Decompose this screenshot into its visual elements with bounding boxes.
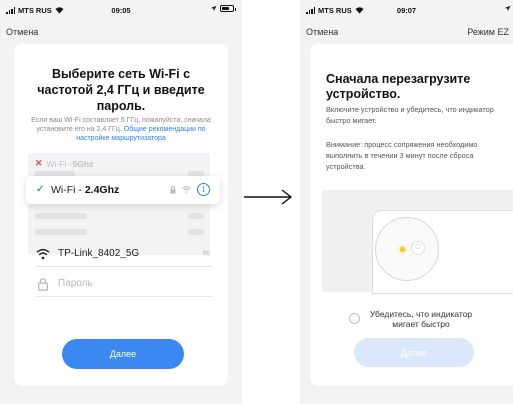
network-5ghz-row: ✕ Wi-Fi - 5Ghz [35,158,93,169]
confirm-radio[interactable] [349,313,360,324]
cancel-button[interactable]: Отмена [306,27,338,37]
power-icon: ⏻ [411,241,425,255]
error-cross-icon: ✕ [35,158,43,168]
wifi-signal-icon [182,186,191,193]
ssid-value: TP-Link_8402_5G [58,248,140,259]
location-icon [504,5,511,12]
next-button-disabled[interactable]: Далее [354,338,474,367]
page-title: Выберите сеть Wi-Fi с частотой 2,4 ГГц и… [37,67,205,113]
network-24ghz-prefix: Wi-Fi - [51,184,85,196]
cancel-button[interactable]: Отмена [6,27,38,37]
checkmark-icon: ✓ [36,184,45,195]
switch-network-icon[interactable]: ⇋ [202,248,210,259]
arrow-right-icon [244,189,293,205]
warning-text: Внимание: процесс сопряжения необходимо … [326,140,478,171]
network-5ghz-prefix: Wi-Fi - [46,158,72,169]
placeholder-bar [35,213,87,219]
device-face [375,217,439,281]
info-icon[interactable]: i [197,183,210,196]
confirm-label[interactable]: Убедитесь, что индикатор мигает быстро [362,309,480,329]
page-title: Сначала перезагрузите устройство. [326,72,471,101]
indicator-light [400,247,405,252]
status-bar: MTS RUS 09:07 [300,0,513,20]
next-button[interactable]: Далее [62,339,184,369]
location-icon [210,5,217,12]
hint-text: Если ваш Wi-Fi составляет 5 ГГц, пожалуй… [20,116,222,143]
nav-bar: Отмена [0,22,242,44]
placeholder-bar [188,229,204,235]
wifi-icon [36,248,50,260]
wifi-setup-screen: MTS RUS 09:05 Отмена Выберите сеть Wi-Fi… [0,0,242,404]
placeholder-bar [35,229,87,235]
status-time: 09:07 [396,6,417,15]
nav-bar: Отмена Режим EZ [300,22,513,44]
network-24ghz-row[interactable]: ✓ Wi-Fi - 2.4Ghz i [26,176,220,204]
ssid-field[interactable]: TP-Link_8402_5G ⇋ [36,244,212,267]
network-24ghz-band: 2.4Ghz [84,184,120,196]
status-time: 09:05 [111,6,131,15]
instruction-text: Включите устройство и убедитесь, что инд… [326,105,494,125]
lock-icon [38,278,48,291]
placeholder-bar [188,213,204,219]
network-5ghz-band: 5Ghz [72,158,94,169]
battery-icon [220,5,236,12]
status-bar: MTS RUS 09:05 [0,0,242,20]
password-field[interactable]: Пароль [36,274,212,297]
password-placeholder: Пароль [58,278,93,289]
lock-icon [170,185,176,193]
mode-switch-button[interactable]: Режим EZ [467,27,509,37]
